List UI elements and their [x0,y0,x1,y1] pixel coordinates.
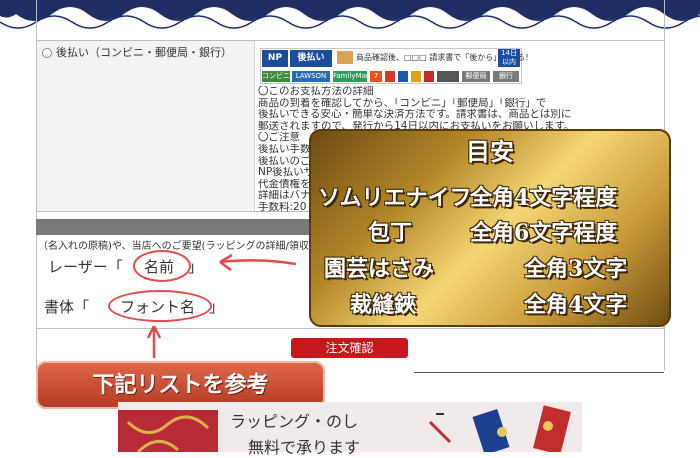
payment-label-cell [37,41,255,211]
wrapping-text-line1: ラッピング・のし [230,412,359,431]
store-logo [411,71,421,82]
store-logo: 郵便局 [462,71,490,82]
guide-item: ソムリエナイフ [318,185,472,211]
wrapping-text-line2: 無料で承ります [248,438,361,457]
font-label-text: 書体「 [44,298,90,316]
guide-title: 目安 [466,137,514,166]
details-line: 〇このお支払方法の詳細 [258,86,374,97]
store-logo: 7 [370,71,382,82]
guide-length: 全角6文字程度 [470,220,618,246]
font-label: 書体「 [44,296,89,317]
np-tag: 後払い [290,50,332,67]
np-logo: NP [262,50,288,67]
guide-item: 包丁 [368,220,413,246]
store-logo: 銀行 [493,71,519,82]
store-logo [424,71,434,82]
details-line: 商品の到着を確認してから、「コンビニ」「郵便局」「銀行」で [258,97,547,109]
store-logo [437,71,459,82]
box-icon [337,51,353,64]
laser-label: レーザー「 [48,256,123,277]
store-logo: コンビニ [262,71,290,82]
payment-option-label[interactable]: 後払い（コンビニ・郵便局・銀行） [56,44,232,60]
divider [414,372,664,373]
guide-length: 全角4文字程度 [470,185,618,211]
wavy-header [0,0,700,29]
guide-length: 全角4文字 [524,292,628,318]
order-confirm-button[interactable]: 注文確認 [291,338,408,358]
guide-item: 裁縫鋏 [350,292,417,318]
store-logo: LAWSON [292,71,330,82]
store-logo [398,71,408,82]
laser-label-text: レーザー「 [48,258,123,276]
payment-radio[interactable] [42,48,52,58]
store-logo: FamilyMart [333,71,372,82]
np-days-badge: 14日以内 [498,49,520,67]
guide-item: 園芸はさみ [324,256,435,282]
store-logo [385,71,395,82]
guide-length: 全角3文字 [524,256,628,282]
details-line: 後払いできる安心・簡単な決済方法です。請求書は、商品とは別に [258,109,572,121]
